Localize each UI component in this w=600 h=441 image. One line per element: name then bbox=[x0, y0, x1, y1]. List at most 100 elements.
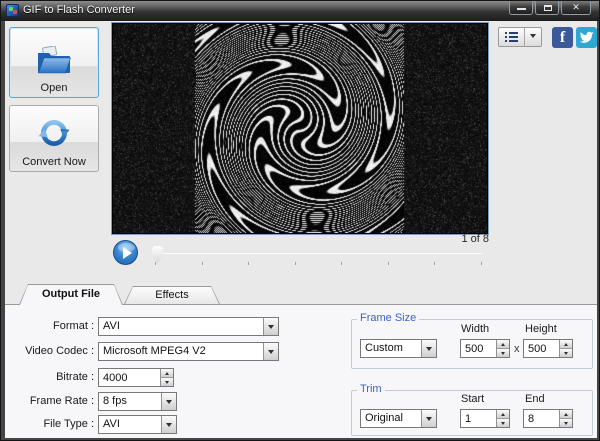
bitrate-input[interactable] bbox=[99, 369, 160, 386]
frame-rate-label: Frame Rate : bbox=[7, 395, 94, 407]
trim-end-up-button[interactable] bbox=[560, 410, 572, 419]
file-type-dropdown[interactable]: AVI bbox=[98, 415, 177, 434]
spinner-down-icon bbox=[501, 352, 505, 357]
open-button-label: Open bbox=[41, 82, 68, 94]
twitter-button[interactable] bbox=[576, 27, 597, 48]
playlist-split-button bbox=[498, 27, 542, 47]
output-file-panel: Format : AVI Video Codec : Microsoft MPE… bbox=[5, 304, 597, 438]
height-up-button[interactable] bbox=[560, 340, 572, 349]
convert-sync-icon bbox=[36, 116, 72, 153]
tab-effects-label: Effects bbox=[124, 286, 220, 301]
bitrate-spinner bbox=[98, 368, 174, 387]
width-down-button[interactable] bbox=[497, 349, 509, 357]
facebook-button[interactable]: f bbox=[552, 27, 573, 48]
video-codec-dropdown[interactable]: Microsoft MPEG4 V2 bbox=[98, 342, 279, 361]
chevron-down-icon bbox=[166, 400, 172, 407]
convert-now-button[interactable]: Convert Now bbox=[9, 105, 99, 172]
chevron-down-icon bbox=[426, 347, 432, 354]
bitrate-label: Bitrate : bbox=[7, 371, 94, 383]
minimize-button[interactable] bbox=[509, 1, 533, 15]
format-value: AVI bbox=[99, 318, 263, 335]
chevron-down-icon bbox=[530, 34, 536, 41]
slider-tick bbox=[434, 262, 435, 265]
width-up-button[interactable] bbox=[497, 340, 509, 349]
tab-output-file-label: Output File bbox=[19, 284, 123, 300]
main-content: Open bbox=[5, 21, 597, 438]
close-icon: ✕ bbox=[572, 2, 580, 12]
video-codec-dropdown-button[interactable] bbox=[263, 343, 278, 360]
spinner-down-icon bbox=[564, 422, 568, 427]
trim-mode-value: Original bbox=[361, 410, 421, 427]
tab-output-file[interactable]: Output File bbox=[19, 284, 123, 305]
width-spinner bbox=[460, 339, 510, 358]
height-spinner bbox=[523, 339, 573, 358]
maximize-button[interactable] bbox=[535, 1, 559, 15]
trim-end-label: End bbox=[525, 393, 545, 405]
convert-button-label: Convert Now bbox=[22, 156, 86, 168]
frame-size-mode-dropdown-button[interactable] bbox=[421, 340, 436, 357]
open-folder-icon bbox=[35, 46, 73, 79]
frame-counter: 1 of 8 bbox=[461, 233, 489, 245]
spinner-down-icon bbox=[564, 352, 568, 357]
trim-group: Trim Original Start End bbox=[351, 390, 593, 436]
trim-start-input[interactable] bbox=[461, 410, 496, 427]
spinner-up-icon bbox=[501, 341, 505, 346]
bitrate-down-button[interactable] bbox=[161, 378, 173, 386]
minimize-icon bbox=[517, 8, 526, 10]
format-dropdown-button[interactable] bbox=[263, 318, 278, 335]
file-type-dropdown-button[interactable] bbox=[161, 416, 176, 433]
height-input[interactable] bbox=[524, 340, 559, 357]
chevron-down-icon bbox=[166, 423, 172, 430]
trim-mode-dropdown[interactable]: Original bbox=[360, 409, 437, 428]
bitrate-up-button[interactable] bbox=[161, 369, 173, 378]
video-codec-value: Microsoft MPEG4 V2 bbox=[99, 343, 263, 360]
window-controls: ✕ bbox=[509, 1, 591, 15]
spinner-up-icon bbox=[564, 341, 568, 346]
spinner-up-icon bbox=[501, 411, 505, 416]
playlist-dropdown-button[interactable] bbox=[525, 28, 541, 46]
file-type-value: AVI bbox=[99, 416, 161, 433]
slider-tick bbox=[388, 262, 389, 265]
frame-slider-track[interactable] bbox=[155, 253, 483, 254]
trim-start-down-button[interactable] bbox=[497, 419, 509, 427]
trim-end-input[interactable] bbox=[524, 410, 559, 427]
format-dropdown[interactable]: AVI bbox=[98, 317, 279, 336]
trim-end-down-button[interactable] bbox=[560, 419, 572, 427]
video-codec-label: Video Codec : bbox=[7, 345, 94, 357]
slider-tick bbox=[341, 262, 342, 265]
gif-preview-frame bbox=[111, 22, 489, 235]
trim-group-title: Trim bbox=[357, 383, 385, 395]
frame-slider-thumb[interactable] bbox=[152, 246, 163, 263]
spinner-up-icon bbox=[564, 411, 568, 416]
tab-effects[interactable]: Effects bbox=[124, 286, 220, 304]
width-input[interactable] bbox=[461, 340, 496, 357]
slider-tick bbox=[202, 262, 203, 265]
width-label: Width bbox=[461, 323, 489, 335]
chevron-down-icon bbox=[426, 417, 432, 424]
maximize-icon bbox=[544, 5, 552, 11]
close-button[interactable]: ✕ bbox=[561, 1, 591, 15]
trim-end-spinner bbox=[523, 409, 573, 428]
spinner-down-icon bbox=[165, 381, 169, 386]
frame-size-mode-dropdown[interactable]: Custom bbox=[360, 339, 437, 358]
dimension-separator: x bbox=[514, 343, 520, 355]
slider-tick bbox=[481, 262, 482, 265]
trim-start-up-button[interactable] bbox=[497, 410, 509, 419]
frame-size-mode-value: Custom bbox=[361, 340, 421, 357]
height-down-button[interactable] bbox=[560, 349, 572, 357]
play-button[interactable] bbox=[113, 240, 138, 265]
slider-tick bbox=[155, 262, 156, 265]
app-window: GIF to Flash Converter ✕ bbox=[0, 0, 600, 441]
open-button[interactable]: Open bbox=[9, 27, 99, 98]
frame-rate-dropdown[interactable]: 8 fps bbox=[98, 392, 177, 411]
trim-start-spinner bbox=[460, 409, 510, 428]
slider-tick bbox=[295, 262, 296, 265]
facebook-icon: f bbox=[560, 29, 565, 46]
frame-rate-dropdown-button[interactable] bbox=[161, 393, 176, 410]
frame-size-group-title: Frame Size bbox=[357, 312, 419, 324]
playlist-button[interactable] bbox=[499, 28, 525, 46]
chevron-down-icon bbox=[268, 350, 274, 357]
trim-mode-dropdown-button[interactable] bbox=[421, 410, 436, 427]
file-type-label: File Type : bbox=[7, 418, 94, 430]
chevron-down-icon bbox=[268, 325, 274, 332]
